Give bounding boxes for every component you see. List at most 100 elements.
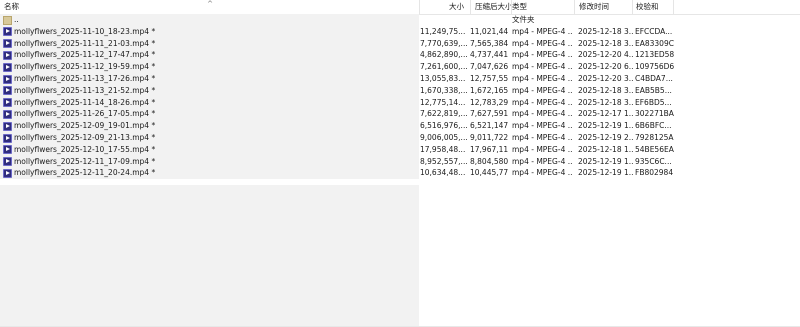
size-cell: 10,634,48... (420, 168, 466, 178)
file-name: mollyflwers_2025-11-14_18-26.mp4 * (14, 97, 156, 107)
file-row[interactable]: mollyflwers_2025-11-13_17-26.mp4 * 13,055… (0, 72, 800, 85)
crc-cell: 54BE56EA (635, 144, 674, 154)
file-row[interactable]: mollyflwers_2025-12-11_17-09.mp4 * 8,952,… (0, 155, 800, 168)
video-file-icon (3, 109, 12, 119)
type-cell: mp4 - MPEG-4 ... (512, 73, 572, 83)
file-row[interactable]: mollyflwers_2025-11-10_18-23.mp4 * 11,249… (0, 25, 800, 38)
size-cell: 7,261,600,... (420, 62, 468, 72)
file-name: mollyflwers_2025-12-09_19-01.mp4 * (14, 121, 156, 131)
column-header-size[interactable]: 大小 (420, 0, 470, 14)
file-row[interactable]: mollyflwers_2025-11-12_19-59.mp4 * 7,261,… (0, 61, 800, 73)
video-file-icon (3, 74, 12, 84)
name-cell: mollyflwers_2025-12-11_20-24.mp4 * (0, 167, 419, 180)
size-cell: 7,770,639,... (420, 38, 468, 48)
type-cell: mp4 - MPEG-4 ... (512, 26, 572, 36)
file-name: mollyflwers_2025-11-10_18-23.mp4 * (14, 26, 156, 36)
column-header-type[interactable]: 类型 (508, 0, 574, 14)
type-cell: mp4 - MPEG-4 ... (512, 132, 572, 142)
modified-cell: 2025-12-18 3... (578, 85, 633, 95)
type-cell: mp4 - MPEG-4 ... (512, 85, 572, 95)
column-divider[interactable] (673, 0, 674, 14)
packed-size-cell: 8,804,580,... (470, 156, 508, 166)
column-header-packed-size[interactable]: 压缩后大小 (471, 0, 511, 14)
name-cell: mollyflwers_2025-12-09_21-13.mp4 * (0, 131, 419, 144)
name-cell: mollyflwers_2025-12-09_19-01.mp4 * (0, 120, 419, 132)
file-name: mollyflwers_2025-12-09_21-13.mp4 * (14, 132, 156, 142)
type-cell: mp4 - MPEG-4 ... (512, 38, 572, 48)
file-name: mollyflwers_2025-11-12_17-47.mp4 * (14, 50, 156, 60)
file-name: mollyflwers_2025-11-26_17-05.mp4 * (14, 109, 156, 119)
packed-size-cell: 12,783,29... (470, 97, 508, 107)
packed-size-cell: 1,672,165,... (470, 85, 508, 95)
type-cell: mp4 - MPEG-4 ... (512, 156, 572, 166)
sort-ascending-icon: ^ (207, 0, 213, 8)
modified-cell: 2025-12-18 3... (578, 26, 633, 36)
modified-cell: 2025-12-18 1... (578, 144, 633, 154)
file-name: mollyflwers_2025-12-10_17-55.mp4 * (14, 144, 156, 154)
file-row[interactable]: mollyflwers_2025-11-26_17-05.mp4 * 7,622,… (0, 108, 800, 121)
modified-cell: 2025-12-20 3... (578, 73, 633, 83)
column-header-modified[interactable]: 修改时间 (575, 0, 633, 14)
size-cell: 7,622,819,... (420, 109, 468, 119)
type-cell: 文件夹 (512, 15, 535, 24)
packed-size-cell: 7,627,591,... (470, 109, 508, 119)
video-file-icon (3, 39, 12, 49)
name-cell: mollyflwers_2025-12-11_17-09.mp4 * (0, 155, 419, 168)
packed-size-cell: 7,047,626,... (470, 62, 508, 72)
file-list: .. 文件夹 mollyflwers_2025-11-10_18-23.mp4 … (0, 14, 800, 180)
size-cell: 8,952,557,... (420, 156, 468, 166)
name-cell: mollyflwers_2025-11-13_17-26.mp4 * (0, 72, 419, 85)
column-header-bar: 名称 ^ 大小 压缩后大小 类型 修改时间 校验和 (0, 0, 800, 15)
name-cell: mollyflwers_2025-11-12_17-47.mp4 * (0, 49, 419, 62)
file-name: mollyflwers_2025-12-11_20-24.mp4 * (14, 168, 156, 178)
crc-cell: EF6BD5... (635, 97, 672, 107)
file-row[interactable]: mollyflwers_2025-12-11_20-24.mp4 * 10,634… (0, 167, 800, 180)
size-cell: 11,249,75... (420, 26, 466, 36)
modified-cell: 2025-12-19 1... (578, 168, 633, 178)
file-row[interactable]: mollyflwers_2025-12-10_17-55.mp4 * 17,958… (0, 143, 800, 156)
modified-cell: 2025-12-18 3... (578, 97, 633, 107)
file-name: mollyflwers_2025-11-13_21-52.mp4 * (14, 85, 156, 95)
file-row[interactable]: mollyflwers_2025-12-09_19-01.mp4 * 6,516,… (0, 120, 800, 132)
type-cell: mp4 - MPEG-4 ... (512, 50, 572, 60)
crc-cell: EFCCDA... (635, 26, 673, 36)
size-cell: 1,670,338,... (420, 85, 468, 95)
modified-cell: 2025-12-19 1... (578, 121, 633, 131)
folder-icon (3, 16, 12, 25)
file-row[interactable]: mollyflwers_2025-11-13_21-52.mp4 * 1,670,… (0, 84, 800, 97)
name-column-empty-area[interactable] (0, 185, 419, 327)
type-cell: mp4 - MPEG-4 ... (512, 168, 572, 178)
size-cell: 13,055,83... (420, 73, 466, 83)
type-cell: mp4 - MPEG-4 ... (512, 97, 572, 107)
video-file-icon (3, 133, 12, 143)
crc-cell: 302271BA (635, 109, 674, 119)
packed-size-cell: 4,737,441,... (470, 50, 508, 60)
file-row[interactable]: mollyflwers_2025-11-11_21-03.mp4 * 7,770,… (0, 37, 800, 50)
crc-cell: 109756D6 (635, 62, 675, 72)
crc-cell: 935C6C... (635, 156, 672, 166)
crc-cell: EAB5B5... (635, 85, 672, 95)
size-cell: 6,516,976,... (420, 121, 468, 131)
packed-size-cell: 6,521,147,... (470, 121, 508, 131)
video-file-icon (3, 98, 12, 108)
file-row[interactable]: mollyflwers_2025-11-14_18-26.mp4 * 12,775… (0, 96, 800, 109)
column-header-crc[interactable]: 校验和 (632, 0, 674, 14)
name-cell: mollyflwers_2025-11-10_18-23.mp4 * (0, 25, 419, 38)
name-cell: mollyflwers_2025-11-11_21-03.mp4 * (0, 37, 419, 50)
file-row[interactable]: mollyflwers_2025-11-12_17-47.mp4 * 4,862,… (0, 49, 800, 62)
size-cell: 12,775,14... (420, 97, 466, 107)
modified-cell: 2025-12-17 1... (578, 109, 633, 119)
video-file-icon (3, 168, 12, 178)
crc-cell: FB802984 (635, 168, 674, 178)
video-file-icon (3, 121, 12, 131)
parent-folder-row[interactable]: .. 文件夹 (0, 14, 800, 26)
size-cell: 9,006,005,... (420, 132, 468, 142)
video-file-icon (3, 86, 12, 96)
name-cell: mollyflwers_2025-11-14_18-26.mp4 * (0, 96, 419, 109)
video-file-icon (3, 50, 12, 60)
file-row[interactable]: mollyflwers_2025-12-09_21-13.mp4 * 9,006,… (0, 131, 800, 144)
type-cell: mp4 - MPEG-4 ... (512, 144, 572, 154)
video-file-icon (3, 157, 12, 167)
modified-cell: 2025-12-18 3... (578, 38, 633, 48)
name-cell: mollyflwers_2025-11-26_17-05.mp4 * (0, 108, 419, 121)
